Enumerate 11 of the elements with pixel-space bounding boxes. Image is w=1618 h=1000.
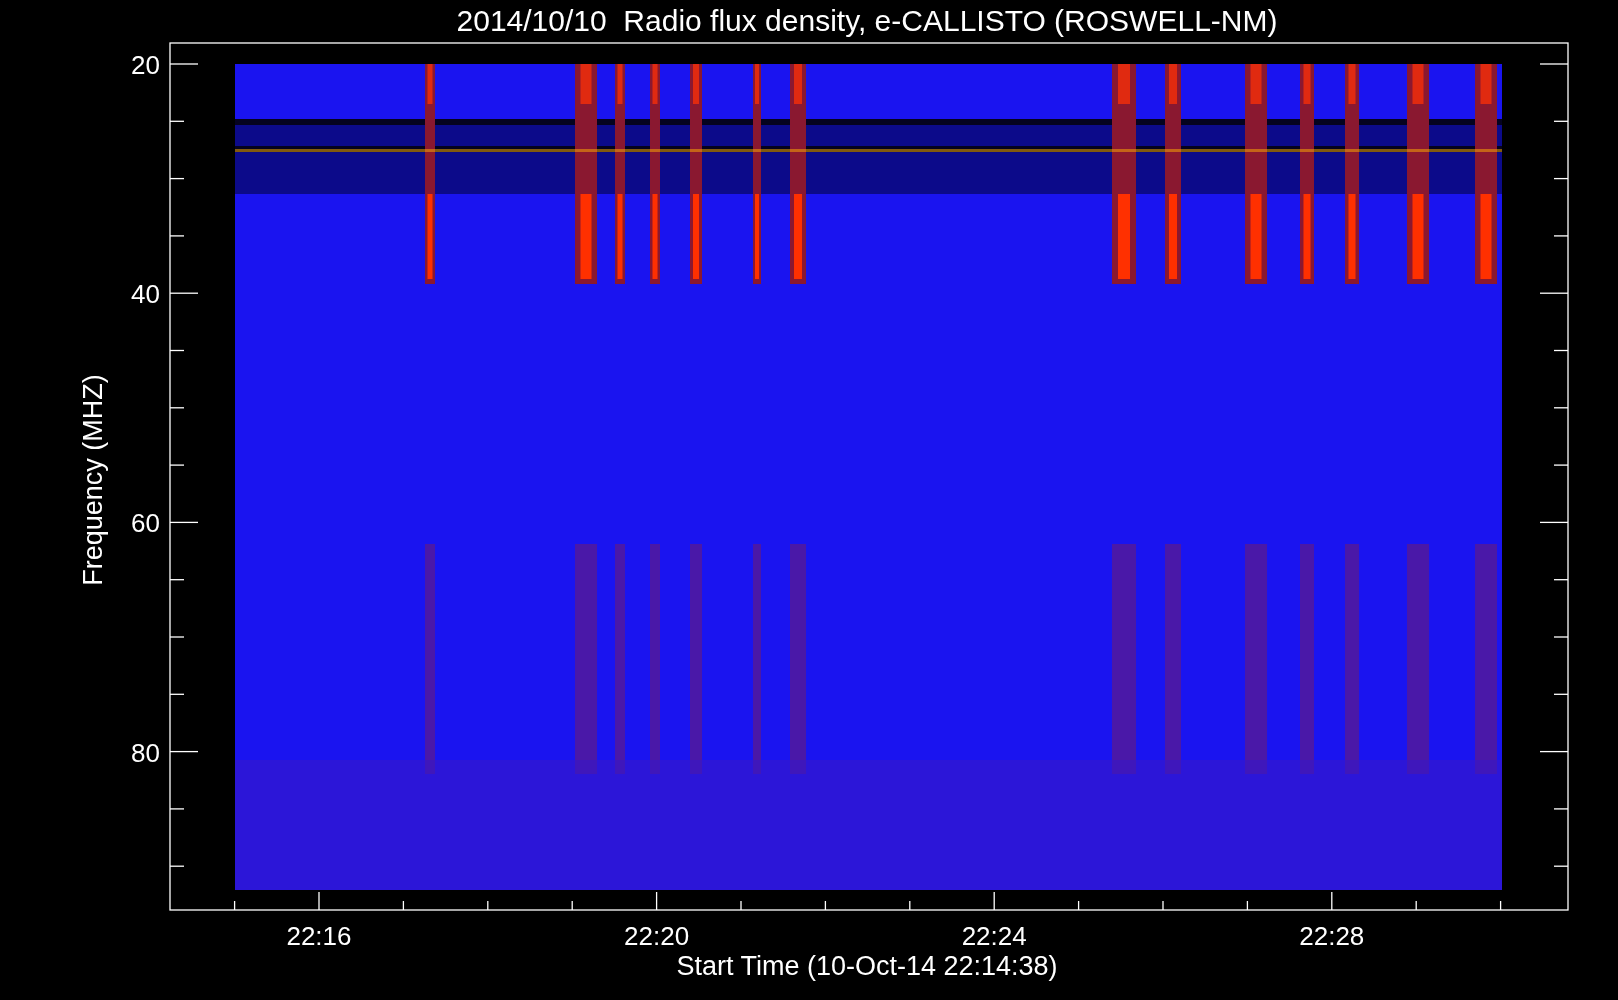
x-tick-label: 22:20	[624, 921, 690, 951]
y-tick-label: 40	[131, 279, 160, 310]
y-tick-label: 80	[131, 737, 160, 768]
x-tick-label: 22:28	[1299, 921, 1365, 951]
x-axis-label: Start Time (10-Oct-14 22:14:38)	[676, 951, 1058, 981]
y-tick-label: 60	[131, 508, 160, 539]
x-tick-label: 22:16	[286, 921, 352, 951]
x-tick-label: 22:24	[961, 921, 1027, 951]
chart-title: 2014/10/10 Radio flux density, e-CALLISTO (ROSWELL-NM)	[456, 4, 1278, 37]
y-axis-label: Frequency (MHZ)	[78, 374, 108, 586]
y-tick-label: 20	[131, 50, 160, 80]
